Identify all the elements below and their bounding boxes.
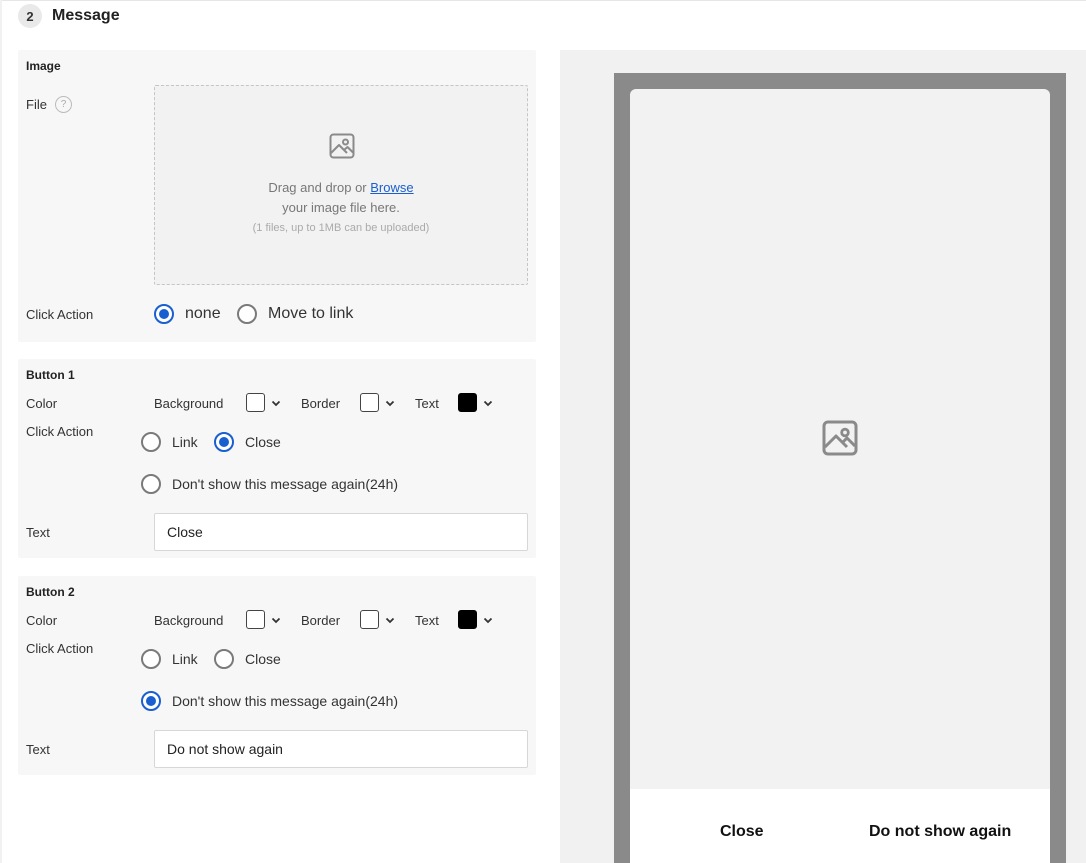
step-header: 2 Message: [18, 4, 120, 28]
color-swatch[interactable]: [360, 610, 379, 629]
top-divider: [0, 0, 1086, 1]
radio-label: Don't show this message again(24h): [172, 476, 399, 492]
radio-click-action-none[interactable]: none: [154, 304, 221, 324]
radio-button-selected[interactable]: [154, 304, 174, 324]
radio-label: none: [185, 305, 221, 322]
button2-text-color-picker[interactable]: [458, 610, 494, 629]
button1-text-color-picker[interactable]: [458, 393, 494, 412]
radio-label: Move to link: [268, 305, 354, 322]
button2-radio-dont-show[interactable]: Don't show this message again(24h): [141, 691, 398, 711]
file-label: File: [26, 97, 47, 112]
chevron-down-icon: [482, 614, 494, 626]
button1-border-color-picker[interactable]: [360, 393, 396, 412]
radio-button[interactable]: [214, 649, 234, 669]
dropzone-limit-note: (1 files, up to 1MB can be uploaded): [252, 222, 430, 234]
radio-button-selected[interactable]: [214, 432, 234, 452]
button1-text-input[interactable]: [154, 513, 528, 551]
preview-do-not-show-button[interactable]: Do not show again: [869, 823, 1011, 841]
dropzone-instruction: Drag and drop or Browse: [155, 180, 527, 195]
button1-radio-close[interactable]: Close: [214, 432, 281, 452]
radio-click-action-move-to-link[interactable]: Move to link: [237, 304, 353, 324]
browse-link[interactable]: Browse: [370, 180, 413, 195]
button1-click-action-label: Click Action: [26, 424, 94, 439]
chevron-down-icon: [270, 397, 282, 409]
button1-border-label: Border: [301, 396, 341, 411]
radio-label: Close: [245, 434, 281, 450]
chevron-down-icon: [270, 614, 282, 626]
question-circle-icon[interactable]: ?: [55, 96, 72, 113]
button1-radio-link[interactable]: Link: [141, 432, 198, 452]
chevron-down-icon: [482, 397, 494, 409]
preview-close-button[interactable]: Close: [720, 823, 764, 841]
image-click-action-label: Click Action: [26, 307, 94, 322]
radio-label: Link: [172, 651, 198, 667]
button2-section-card: Button 2 Color Background Border Text Cl…: [18, 576, 536, 775]
image-dropzone[interactable]: Drag and drop or Browse your image file …: [154, 85, 528, 285]
radio-label: Don't show this message again(24h): [172, 693, 399, 709]
radio-button[interactable]: [237, 304, 257, 324]
image-section-card: Image File ? Drag and drop or Browse you…: [18, 50, 536, 342]
button1-color-label: Color: [26, 396, 58, 411]
image-section-title: Image: [26, 59, 61, 73]
chevron-down-icon: [384, 397, 396, 409]
button2-text-label: Text: [26, 742, 50, 757]
radio-button-selected[interactable]: [141, 691, 161, 711]
button2-border-label: Border: [301, 613, 341, 628]
button2-text-input[interactable]: [154, 730, 528, 768]
button1-background-label: Background: [154, 396, 224, 411]
radio-button[interactable]: [141, 474, 161, 494]
button2-radio-link[interactable]: Link: [141, 649, 198, 669]
step-title: Message: [52, 7, 120, 24]
radio-button[interactable]: [141, 432, 161, 452]
button1-background-color-picker[interactable]: [246, 393, 282, 412]
button2-text-color-label: Text: [415, 613, 439, 628]
button1-radio-dont-show[interactable]: Don't show this message again(24h): [141, 474, 398, 494]
radio-label: Close: [245, 651, 281, 667]
message-step-page: 2 Message Image File ? Drag and drop or …: [0, 0, 1086, 863]
button2-click-action-label: Click Action: [26, 641, 94, 656]
color-swatch[interactable]: [458, 610, 477, 629]
left-divider: [0, 0, 2, 863]
image-icon: [822, 420, 858, 456]
radio-button[interactable]: [141, 649, 161, 669]
button2-border-color-picker[interactable]: [360, 610, 396, 629]
preview-message-image-area: [630, 89, 1050, 863]
dropzone-text-line2: your image file here.: [282, 200, 400, 215]
button2-background-color-picker[interactable]: [246, 610, 282, 629]
color-swatch[interactable]: [246, 393, 265, 412]
button2-color-label: Color: [26, 613, 58, 628]
color-swatch[interactable]: [458, 393, 477, 412]
button1-section-card: Button 1 Color Background Border Text Cl…: [18, 359, 536, 558]
button1-text-color-label: Text: [415, 396, 439, 411]
button2-background-label: Background: [154, 613, 224, 628]
button2-title: Button 2: [26, 585, 75, 599]
button1-title: Button 1: [26, 368, 75, 382]
color-swatch[interactable]: [246, 610, 265, 629]
chevron-down-icon: [384, 614, 396, 626]
button1-text-label: Text: [26, 525, 50, 540]
image-icon: [328, 132, 356, 160]
color-swatch[interactable]: [360, 393, 379, 412]
button2-radio-close[interactable]: Close: [214, 649, 281, 669]
dropzone-text-before: Drag and drop or: [268, 180, 371, 195]
step-number-badge: 2: [18, 4, 42, 28]
radio-label: Link: [172, 434, 198, 450]
